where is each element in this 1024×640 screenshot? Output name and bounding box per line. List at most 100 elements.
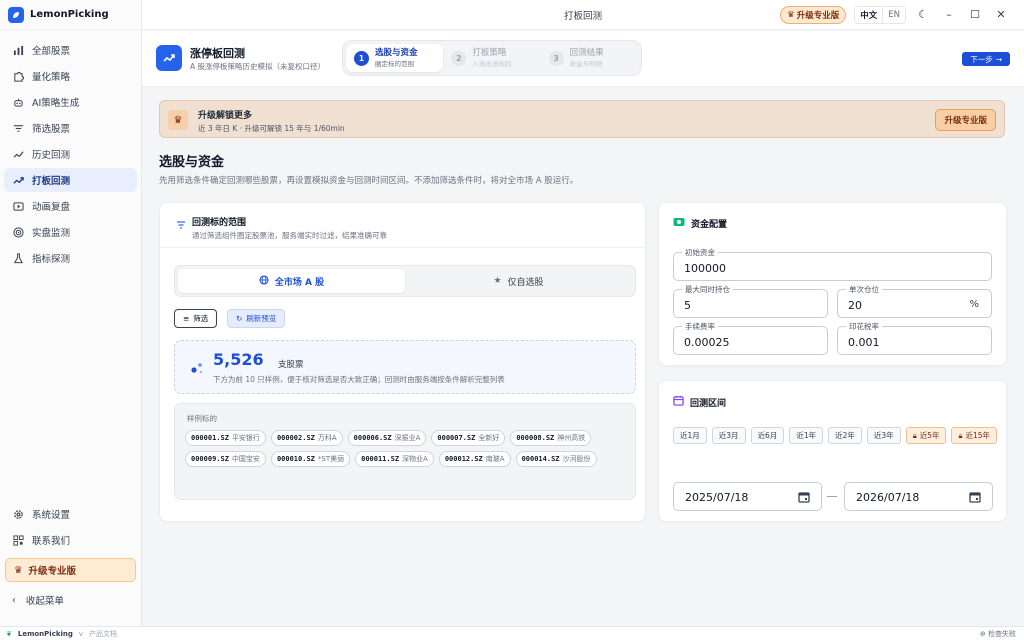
status-bar: ❦ LemonPicking v 产品文档 ⊕ 检查失败 [0,626,1024,640]
step-subtitle: 收益与明细 [569,60,603,69]
range-preset-list: 近1月 近3月 近6月 近1年 近2年 近3年 🔒︎ 近5年 🔒︎ 近15年 [673,427,1003,444]
refresh-preview-button[interactable]: ↻ 刷新预览 [227,309,286,328]
sample-stock-tag: 000009.SZ 中国宝安 [185,451,266,467]
max-positions-field[interactable]: 最大同时持仓 5 [673,284,828,318]
stock-code: 000008.SZ [516,434,555,442]
stock-name: 平安银行 [231,434,260,442]
sidebar-item-settings[interactable]: 系统设置 [4,502,137,526]
start-date-field[interactable]: 2025/07/18 [673,482,822,511]
range-separator [827,496,837,497]
language-switch: 中文 EN [854,5,906,24]
stock-code: 000014.SZ [521,455,560,463]
filter-icon [12,122,24,134]
sidebar-item-2[interactable]: AI策略生成 [4,90,137,114]
calendar-icon[interactable] [968,490,982,504]
field-value: 0.001 [848,336,880,349]
sample-stocks: 样例标的 000001.SZ 平安银行 000002.SZ 万科A 000006.SZ 深… [174,403,636,500]
play-icon [12,200,24,212]
sidebar-item-7[interactable]: 实盘监测 [4,220,137,244]
dots-icon [191,363,203,374]
end-date-field[interactable]: 2026/07/18 [844,482,993,511]
step-title: 选股与资金 [375,47,418,58]
minimize-icon[interactable]: – [940,6,958,24]
sidebar-item-label: 全部股票 [32,46,71,57]
range-preset-chip[interactable]: 近2年 [828,427,862,444]
gear-icon [12,508,24,520]
maximize-icon[interactable]: ☐ [966,6,984,24]
filter-button[interactable]: ≡ 筛选 [174,309,218,328]
crown-icon: ♛ [14,564,23,576]
step-1[interactable]: 1 选股与资金 圈定标的范围 [346,44,444,72]
collapse-menu-button[interactable]: ‹ 收起菜单 [0,588,141,612]
sample-stock-tag: 000011.SZ 深物业A [355,451,434,467]
status-update-check[interactable]: ⊕ 检查失败 [980,629,1024,639]
leaf-logo-icon [8,6,24,23]
range-preset-chip[interactable]: 近6月 [750,427,785,444]
range-preset-chip[interactable]: 🔒︎ 近5年 [905,427,947,444]
next-step-button[interactable]: 下一步 → [962,52,1010,66]
range-preset-chip[interactable]: 🔒︎ 近15年 [951,427,998,444]
range-preset-chip[interactable]: 近1月 [673,427,707,444]
stock-name: *ST美丽 [317,455,345,463]
stock-code: 000007.SZ [437,434,476,442]
calendar-icon[interactable] [797,490,811,504]
position-size-field[interactable]: 单次仓位 20 % [837,284,992,318]
stamp-tax-field[interactable]: 印花税率 0.001 [837,321,992,355]
step-3[interactable]: 3 回测结果 收益与明细 [541,44,638,72]
brand[interactable]: LemonPicking [0,0,141,30]
status-docs-link[interactable]: 产品文档 [89,629,117,639]
sidebar-item-5[interactable]: 打板回测 [4,168,137,192]
sidebar-item-8[interactable]: 指标探测 [4,246,137,270]
upgrade-label: 升级专业版 [28,566,77,577]
sidebar-item-contact[interactable]: 联系我们 [4,528,137,552]
crown-icon: ♛ [787,9,795,20]
trend-up-icon [12,174,24,186]
status-app-name[interactable]: LemonPicking [18,630,73,638]
stock-code: 000009.SZ [191,455,229,463]
field-label: 初始资金 [682,247,718,258]
scope-card-header: 回测标的范围 通过筛选组件圈定股票池，服务端实时过滤，结果准确可靠 [160,203,645,248]
tab-all-market[interactable]: 全市场 A 股 [178,269,405,293]
collapse-label: 收起菜单 [25,596,64,607]
range-preset-chip[interactable]: 近1年 [789,427,824,444]
field-value: 5 [684,299,691,312]
chip-label: 近3月 [718,431,739,440]
upgrade-pro-pill[interactable]: ♛ 升级专业版 [780,5,847,24]
sidebar-item-0[interactable]: 全部股票 [4,38,137,62]
range-preset-chip[interactable]: 近3月 [711,427,746,444]
page-header: 涨停板回测 A 股涨停板策略历史模拟（未复权口径） 1 选股与资金 圈定标的范围 2 打… [142,31,1024,87]
sample-stock-tag: 000001.SZ 平安银行 [185,430,266,446]
filter-icon: ≡ [183,314,190,323]
range-preset-chip[interactable]: 近3年 [866,427,901,444]
sample-tag-list: 000001.SZ 平安银行 000002.SZ 万科A 000006.SZ 深振业A 00… [185,430,627,467]
sidebar-item-3[interactable]: 筛选股票 [4,116,137,140]
lang-en[interactable]: EN [883,7,905,23]
stock-name: 南玻A [485,455,505,463]
banner-upgrade-button[interactable]: 升级专业版 [935,109,996,131]
initial-capital-field[interactable]: 初始资金 100000 [673,247,992,281]
chip-label: 近2年 [835,431,855,440]
capital-card: 资金配置 初始资金 100000 最大同时持仓 5 单次仓位 20 % 手续费率… [658,202,1007,366]
sidebar-item-1[interactable]: 量化策略 [4,64,137,88]
tab-watchlist[interactable]: ★ 仅自选股 [405,269,632,293]
step-number: 3 [548,50,564,66]
step-2[interactable]: 2 打板策略 入场出场规则 [443,44,540,72]
status-text: 检查失败 [988,629,1016,638]
sidebar-bottom: 系统设置 联系我们 ♛ 升级专业版 ‹ 收起菜单 [0,500,141,612]
sidebar-upgrade-button[interactable]: ♛ 升级专业版 [5,558,136,582]
sample-stock-tag: 000007.SZ 全新好 [431,430,506,446]
theme-toggle-moon-icon[interactable]: ☾ [914,6,932,24]
close-icon[interactable]: ✕ [992,6,1010,24]
step-subtitle: 入场出场规则 [472,60,512,69]
sidebar-item-label: 系统设置 [32,510,71,521]
sample-label: 样例标的 [187,414,217,423]
sidebar-item-4[interactable]: 历史回测 [4,142,137,166]
fee-rate-field[interactable]: 手续费率 0.00025 [673,321,828,355]
sidebar-item-6[interactable]: 动画复盘 [4,194,137,218]
sidebar-item-label: 指标探测 [32,254,71,265]
flask-icon [12,252,24,264]
info-icon: ⊕ [979,629,986,638]
sidebar-nav: 全部股票量化策略 AI策略生成 筛选股票 历史回测 打板回测 动画复盘 实盘监测指标探测 [0,30,141,270]
next-label: 下一步 [970,54,993,64]
lang-zh[interactable]: 中文 [855,6,884,23]
